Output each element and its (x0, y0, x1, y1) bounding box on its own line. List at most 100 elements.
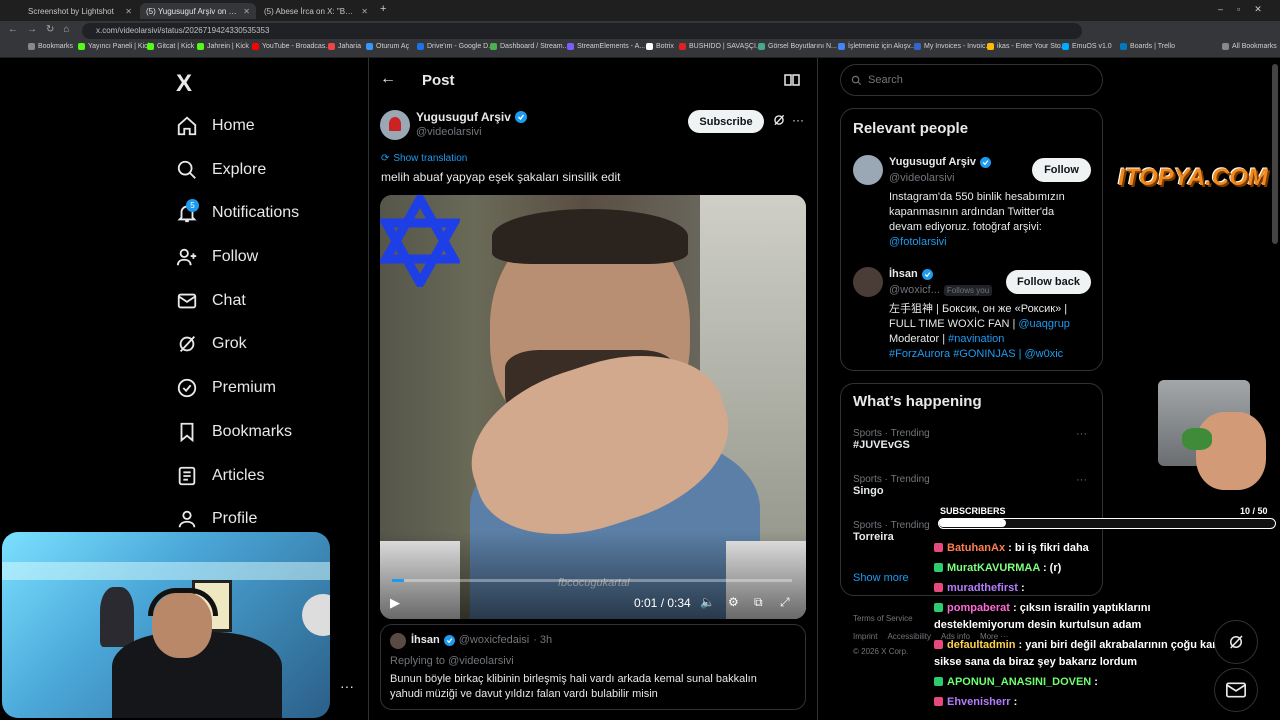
subscribe-button[interactable]: Subscribe (688, 110, 764, 133)
nav-follow[interactable]: Follow (176, 239, 258, 275)
nav-bookmarks[interactable]: Bookmarks (176, 414, 292, 450)
nav-arrows-icon[interactable]: ←→↻⌂ (8, 24, 78, 35)
bookmark-label: BUSHIDO | SAVAŞÇI... (689, 43, 762, 50)
footer-link[interactable]: Terms of Service (853, 614, 913, 623)
more-options-icon[interactable]: ··· (340, 678, 354, 694)
chat-username[interactable]: pompaberat (947, 602, 1010, 614)
reader-icon[interactable] (784, 73, 800, 92)
person-name[interactable]: Yugusuguf Arşiv (889, 156, 991, 168)
bookmark-item[interactable]: Jahrein | Kick (197, 43, 249, 50)
all-bookmarks[interactable]: All Bookmarks (1222, 43, 1277, 50)
follow-back-button[interactable]: Follow back (1006, 270, 1091, 294)
browser-tab-1[interactable]: Screenshot by Lightshot ✕ (22, 3, 138, 19)
new-tab-icon[interactable]: + (380, 3, 386, 15)
settings-icon[interactable]: ⚙ (728, 595, 739, 609)
bookmark-label: ikas - Enter Your Sto... (997, 43, 1067, 50)
chat-username[interactable]: BatuhanAx (947, 542, 1005, 554)
scrollbar[interactable] (1272, 64, 1278, 244)
nav-explore[interactable]: Explore (176, 152, 266, 188)
chat-badge-icon (934, 563, 943, 572)
chat-username[interactable]: APONUN_ANASINI_DOVEN (947, 676, 1091, 688)
bookmark-item[interactable]: YouTube - Broadcas... (252, 43, 331, 50)
verified-badge-icon (177, 378, 197, 398)
bookmark-item[interactable]: Gitcat | Kick (147, 43, 194, 50)
bookmark-item[interactable]: Dashboard / Stream... (490, 43, 568, 50)
show-more-link[interactable]: Show more (853, 572, 909, 584)
bookmark-item[interactable]: Drive'ım - Google D... (417, 43, 494, 50)
person-handle[interactable]: @videolarsivi (889, 172, 955, 184)
more-icon[interactable]: ··· (792, 113, 804, 127)
video-progress-track[interactable] (392, 579, 792, 582)
chat-username[interactable]: Ehvenisherr (947, 696, 1011, 708)
close-tab-icon[interactable]: ✕ (243, 7, 250, 16)
nav-grok[interactable]: Grok (176, 326, 247, 362)
chat-username[interactable]: MuratKAVURMAA (947, 562, 1040, 574)
fullscreen-icon[interactable]: ⤢ (780, 595, 790, 610)
nav-home[interactable]: Home (176, 108, 255, 144)
search-icon (851, 75, 862, 85)
bookmark-item[interactable]: Bookmarks (28, 43, 73, 50)
bookmark-item[interactable]: EmuOS v1.0 (1062, 43, 1112, 50)
nav-chat[interactable]: Chat (176, 283, 246, 319)
author-handle[interactable]: @videolarsivi (416, 126, 482, 138)
bookmark-item[interactable]: BUSHIDO | SAVAŞÇI... (679, 43, 762, 50)
close-tab-icon[interactable]: ✕ (125, 7, 132, 16)
browser-tab-2[interactable]: (5) Yugusuguf Arşiv on X: "meli✕ (140, 3, 256, 19)
whats-happening-title: What’s happening (853, 393, 982, 410)
pip-icon[interactable]: ⧉ (754, 595, 763, 610)
bookmark-item[interactable]: Botrix (646, 43, 674, 50)
messages-fab[interactable] (1214, 668, 1258, 712)
chat-badge-icon (934, 543, 943, 552)
trend-item[interactable]: Sports · Trending Torreira (853, 520, 930, 543)
volume-icon[interactable]: 🔈 (700, 595, 715, 609)
play-icon[interactable]: ▶ (390, 595, 400, 611)
bookmark-item[interactable]: Yayıncı Paneli | Kick (78, 43, 151, 50)
browser-tab-3[interactable]: (5) Abese İrca on X: "Bence çoc✕ (258, 3, 374, 19)
bookmark-item[interactable]: Jaharia (328, 43, 361, 50)
bookmark-item[interactable]: My Invoices - Invoic... (914, 43, 991, 50)
bookmark-label: İşletmeniz için Akışv... (848, 43, 916, 50)
trend-item[interactable]: Sports · Trending #JUVEvGS (853, 428, 930, 451)
bookmark-label: Botrix (656, 43, 674, 50)
bookmark-favicon-icon (147, 43, 154, 50)
reply-avatar[interactable] (390, 633, 406, 649)
chat-username[interactable]: defaultadmin (947, 639, 1015, 651)
author-avatar[interactable] (380, 110, 410, 140)
search-box[interactable]: Search (840, 64, 1103, 96)
post-video[interactable]: fbcocugukartal ▶ 0:01 / 0:34 🔈 ⚙ ⧉ ⤢ (380, 195, 806, 619)
x-logo[interactable]: X (176, 70, 192, 98)
grok-fab[interactable] (1214, 620, 1258, 664)
person-name[interactable]: İhsan (889, 268, 933, 280)
more-icon[interactable]: ··· (1076, 428, 1087, 440)
more-icon[interactable]: ··· (1076, 474, 1087, 486)
bookmark-item[interactable]: Görsel Boyutlarını N... (758, 43, 837, 50)
show-translation-link[interactable]: ⟳ Show translation (381, 153, 467, 164)
bookmark-item[interactable]: StreamElements - A... (567, 43, 645, 50)
author-name[interactable]: Yugusuguf Arşiv (416, 110, 527, 124)
bookmark-item[interactable]: İşletmeniz için Akışv... (838, 43, 916, 50)
window-controls-icon[interactable]: –▫✕ (1218, 4, 1276, 15)
close-tab-icon[interactable]: ✕ (361, 7, 368, 16)
video-progress-fill (392, 579, 404, 582)
nav-articles[interactable]: Articles (176, 458, 264, 494)
bookmark-item[interactable]: ikas - Enter Your Sto... (987, 43, 1067, 50)
person-handle[interactable]: @woxicf... Follows you (889, 284, 993, 296)
bookmark-favicon-icon (328, 43, 335, 50)
bookmark-item[interactable]: Oturum Aç (366, 43, 409, 50)
nav-premium[interactable]: Premium (176, 370, 276, 406)
bookmark-favicon-icon (679, 43, 686, 50)
bookmark-label: Görsel Boyutlarını N... (768, 43, 837, 50)
follow-button[interactable]: Follow (1032, 158, 1091, 182)
person-avatar[interactable] (853, 267, 883, 297)
chat-username[interactable]: muradthefirst (947, 582, 1018, 594)
chat-message: pompaberat : çıksın israilin yaptıkların… (934, 600, 1244, 634)
back-arrow-icon[interactable]: ← (380, 70, 396, 88)
grok-icon[interactable] (772, 113, 786, 132)
bookmark-favicon-icon (1062, 43, 1069, 50)
trend-item[interactable]: Sports · Trending Singo (853, 474, 930, 497)
person-avatar[interactable] (853, 155, 883, 185)
page-title: Post (422, 72, 455, 89)
bookmark-item[interactable]: Boards | Trello (1120, 43, 1175, 50)
url-field[interactable]: x.com/videolarsivi/status/20267194243305… (82, 23, 1082, 39)
chat-text: : (1017, 582, 1025, 594)
